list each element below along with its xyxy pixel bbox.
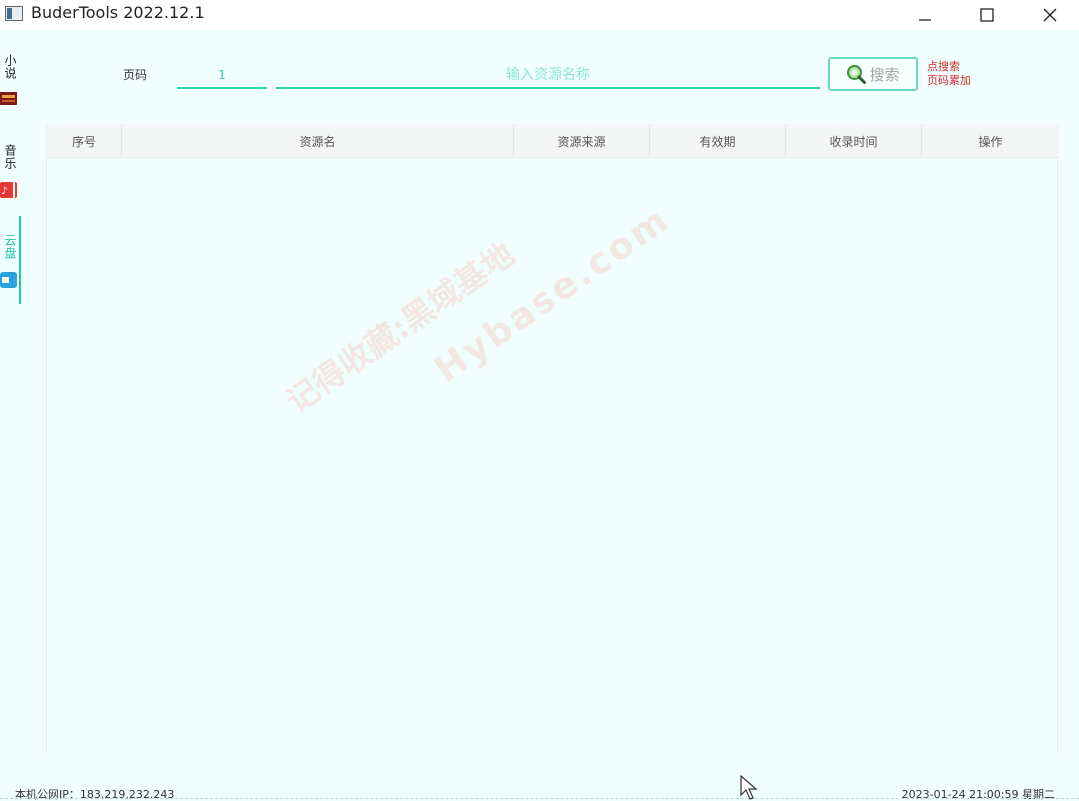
minimize-button[interactable] xyxy=(897,0,953,30)
mouse-cursor-icon xyxy=(740,775,758,800)
column-header-source[interactable]: 资源来源 xyxy=(514,124,650,158)
book-icon xyxy=(0,92,17,105)
search-hint: 点搜索 页码累加 xyxy=(927,60,971,88)
column-header-validity[interactable]: 有效期 xyxy=(650,124,786,158)
search-button[interactable]: 搜索 xyxy=(828,57,918,91)
minimize-icon xyxy=(919,19,931,21)
music-icon: ♪ xyxy=(0,182,17,198)
column-header-action[interactable]: 操作 xyxy=(922,124,1059,158)
close-button[interactable] xyxy=(1022,0,1078,30)
search-button-label: 搜索 xyxy=(869,65,900,84)
active-tab-indicator xyxy=(19,216,21,304)
table-header: 序号 资源名 资源来源 有效期 收录时间 操作 xyxy=(47,124,1059,158)
close-icon xyxy=(1043,8,1057,22)
maximize-icon xyxy=(980,8,994,22)
page-number-input[interactable] xyxy=(177,62,267,89)
sidebar-tab-novel[interactable]: 小说 xyxy=(0,50,22,110)
search-icon xyxy=(847,65,867,84)
sidebar-tab-music[interactable]: 音乐 ♪ xyxy=(0,140,22,202)
sidebar-tab-cloud-drive[interactable]: 云盘 xyxy=(0,216,22,304)
app-icon xyxy=(5,6,23,21)
maximize-button[interactable] xyxy=(959,0,1015,30)
sidebar-tab-label: 小说 xyxy=(3,54,17,80)
sidebar: 小说 音乐 ♪ 云盘 xyxy=(0,30,24,770)
cloud-drive-icon xyxy=(0,272,17,288)
bottom-divider xyxy=(0,798,1079,800)
svg-text:♪: ♪ xyxy=(1,186,7,197)
search-hint-line: 页码累加 xyxy=(927,74,971,87)
resource-table: 序号 资源名 资源来源 有效期 收录时间 操作 xyxy=(46,124,1059,754)
column-header-collected-time[interactable]: 收录时间 xyxy=(786,124,922,158)
column-header-index[interactable]: 序号 xyxy=(47,124,122,158)
column-header-name[interactable]: 资源名 xyxy=(122,124,514,158)
resource-search-input[interactable] xyxy=(276,62,820,89)
sidebar-tab-label: 云盘 xyxy=(3,234,17,260)
search-hint-line: 点搜索 xyxy=(927,60,960,73)
page-number-label: 页码 xyxy=(123,68,148,82)
window-title: BuderTools 2022.12.1 xyxy=(31,3,205,22)
sidebar-tab-label: 音乐 xyxy=(3,144,17,170)
title-bar: BuderTools 2022.12.1 xyxy=(0,0,1079,30)
